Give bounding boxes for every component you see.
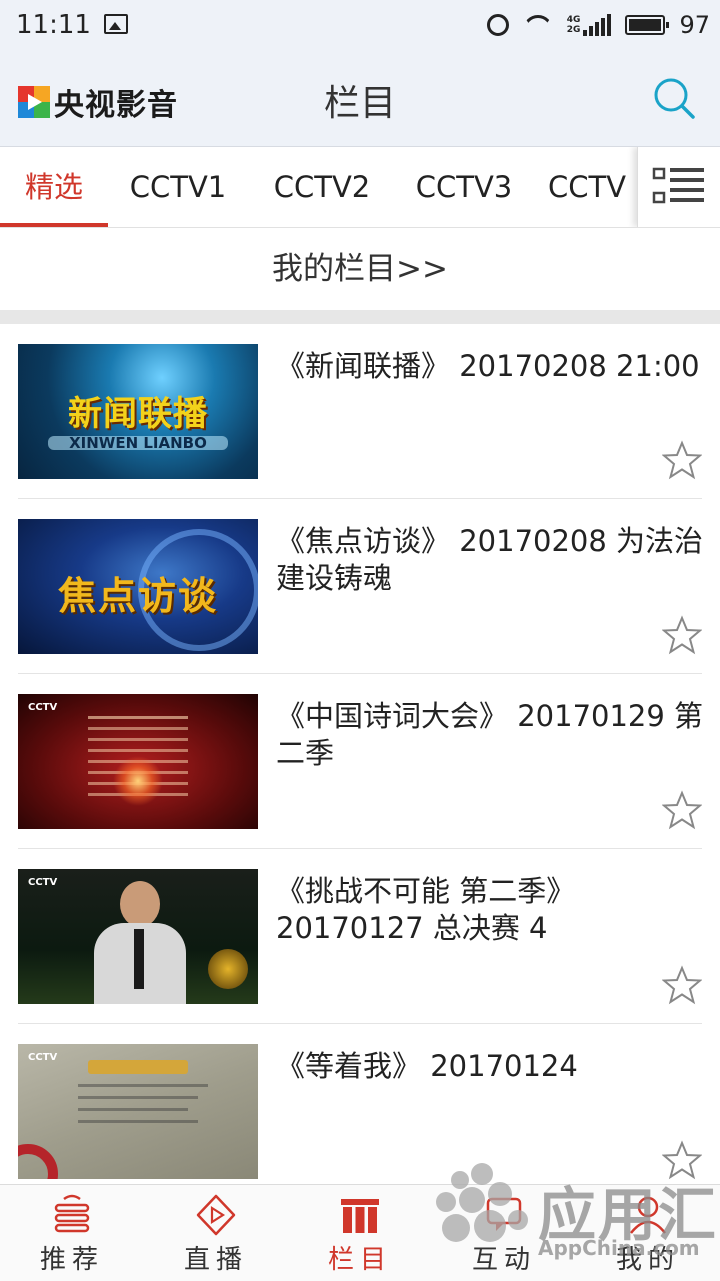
program-title[interactable]: 《等着我》 20170124 — [276, 1048, 704, 1085]
favorite-star-icon[interactable] — [662, 965, 702, 1005]
program-title[interactable]: 《挑战不可能 第二季》 20170127 总决赛 4 — [276, 873, 704, 947]
page-title: 栏目 — [323, 83, 396, 124]
channel-logo: CCTV — [28, 702, 58, 713]
channel-logo: CCTV — [28, 877, 58, 888]
thumbnail-title: 焦点访谈 — [57, 574, 218, 618]
program-title[interactable]: 《新闻联播》 20170208 21:00 — [276, 348, 704, 385]
program-title[interactable]: 《中国诗词大会》 20170129 第二季 — [276, 698, 704, 772]
alarm-icon — [486, 14, 509, 36]
app-header: 央视影音 栏目 — [0, 52, 720, 147]
list-item[interactable]: CCTV 《等着我》 20170124 — [0, 1024, 720, 1184]
my-columns-link[interactable]: 我的栏目>> — [0, 228, 720, 310]
interact-icon — [486, 1197, 522, 1231]
battery-icon — [625, 15, 670, 35]
program-thumbnail[interactable]: 焦点访谈 — [18, 519, 258, 654]
thumbnail-title: 新闻联播 — [68, 394, 208, 434]
tab-cctv1[interactable]: CCTV1 — [118, 147, 238, 227]
section-divider — [0, 310, 720, 324]
favorite-star-icon[interactable] — [662, 790, 702, 830]
image-notification-icon — [104, 14, 128, 34]
nav-label: 直播 — [183, 1245, 248, 1275]
network-type-top: 4G — [566, 15, 581, 25]
nav-label: 互动 — [471, 1245, 536, 1275]
nav-interact[interactable]: 互动 — [432, 1185, 576, 1281]
status-bar: 11:11 4G 2G 97 — [0, 0, 720, 52]
nav-label: 推荐 — [39, 1245, 104, 1275]
program-list: 新闻联播 XINWEN LIANBO 《新闻联播》 20170208 21:00… — [0, 324, 720, 1184]
program-thumbnail[interactable]: CCTV — [18, 1044, 258, 1179]
program-thumbnail[interactable]: CCTV — [18, 869, 258, 1004]
status-time: 11:11 — [16, 10, 91, 40]
columns-icon — [341, 1199, 379, 1233]
tab-cctv2[interactable]: CCTV2 — [262, 147, 382, 227]
profile-icon — [630, 1196, 666, 1234]
list-item[interactable]: CCTV 《挑战不可能 第二季》 20170127 总决赛 4 — [0, 849, 720, 1024]
live-play-icon — [196, 1194, 236, 1236]
favorite-star-icon[interactable] — [662, 1140, 702, 1180]
nav-live[interactable]: 直播 — [144, 1185, 288, 1281]
nav-columns[interactable]: 栏目 — [288, 1185, 432, 1281]
nav-label: 栏目 — [327, 1245, 392, 1275]
program-thumbnail[interactable]: CCTV — [18, 694, 258, 829]
nav-profile[interactable]: 我的 — [576, 1185, 720, 1281]
list-item[interactable]: 新闻联播 XINWEN LIANBO 《新闻联播》 20170208 21:00 — [0, 324, 720, 499]
nav-label: 我的 — [615, 1245, 680, 1275]
program-title[interactable]: 《焦点访谈》 20170208 为法治建设铸魂 — [276, 523, 704, 597]
list-item[interactable]: CCTV 《中国诗词大会》 20170129 第二季 — [0, 674, 720, 849]
network-type-bottom: 2G — [566, 25, 581, 35]
wifi-icon — [523, 15, 553, 35]
search-icon[interactable] — [650, 74, 698, 122]
thumbnail-subtitle: XINWEN LIANBO — [69, 434, 207, 452]
program-thumbnail[interactable]: 新闻联播 XINWEN LIANBO — [18, 344, 258, 479]
channel-list-button[interactable] — [637, 147, 720, 227]
favorite-star-icon[interactable] — [662, 440, 702, 480]
channel-logo: CCTV — [28, 1052, 58, 1063]
bottom-navigation: 推荐 直播 栏目 互动 我的 — [0, 1184, 720, 1281]
tab-featured[interactable]: 精选 — [0, 147, 108, 227]
favorite-star-icon[interactable] — [662, 615, 702, 655]
tabs-fade — [624, 147, 638, 227]
channel-tabs: 精选 CCTV1 CCTV2 CCTV3 CCTV — [0, 147, 720, 228]
nav-recommend[interactable]: 推荐 — [0, 1185, 144, 1281]
list-item[interactable]: 焦点访谈 《焦点访谈》 20170208 为法治建设铸魂 — [0, 499, 720, 674]
tab-cctv3[interactable]: CCTV3 — [404, 147, 524, 227]
cellular-signal-icon: 4G 2G — [567, 14, 612, 36]
recommend-icon — [54, 1194, 90, 1233]
list-icon — [652, 167, 704, 204]
battery-percent: 97 — [679, 11, 710, 39]
status-icons: 4G 2G 97 — [486, 8, 710, 42]
